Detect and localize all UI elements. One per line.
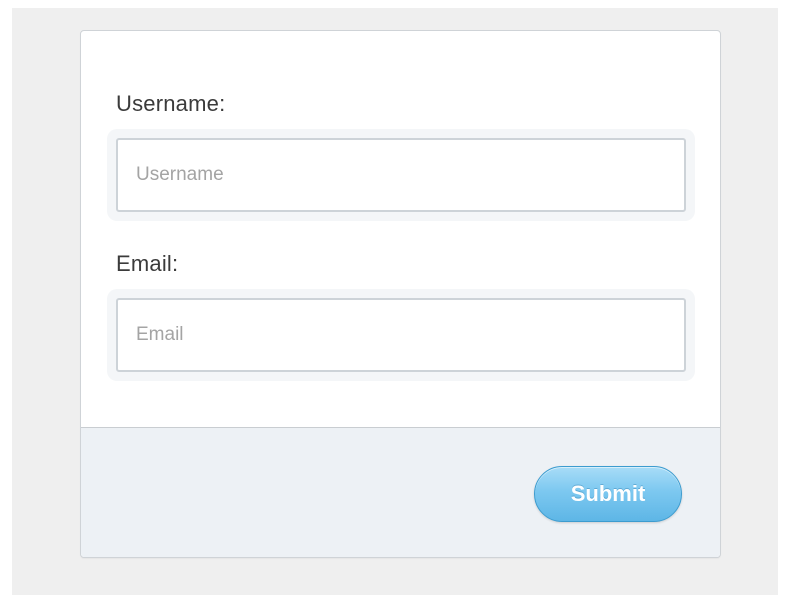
form-footer: Submit bbox=[81, 427, 720, 557]
submit-button[interactable]: Submit bbox=[534, 466, 682, 522]
form-body: Username: Email: bbox=[81, 31, 720, 427]
email-input[interactable] bbox=[116, 298, 686, 372]
username-field-wrapper bbox=[107, 129, 695, 221]
email-field-wrapper bbox=[107, 289, 695, 381]
email-label: Email: bbox=[116, 251, 179, 276]
username-label: Username: bbox=[116, 91, 226, 116]
username-input[interactable] bbox=[116, 138, 686, 212]
form-card: Username: Email: Submit bbox=[80, 30, 721, 558]
